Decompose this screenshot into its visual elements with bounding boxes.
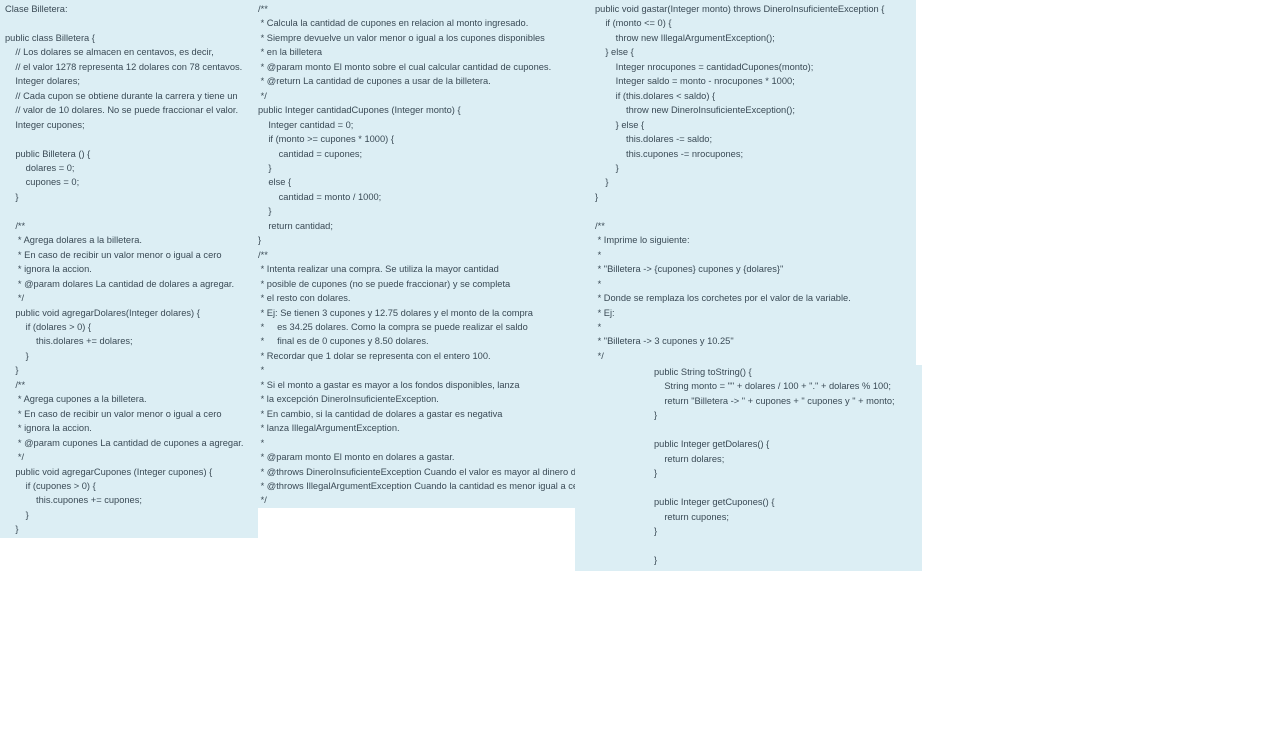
code-snippet-gastar: public void gastar(Integer monto) throws… [579,0,916,365]
code-text-billetera-class: Clase Billetera: public class Billetera … [5,4,244,535]
code-text-gastar: public void gastar(Integer monto) throws… [595,4,885,361]
code-text-tostring-getters: public String toString() { String monto … [654,367,895,565]
code-text-cantidad-cupones: /** * Calcula la cantidad de cupones en … [258,4,615,506]
code-snippet-billetera-class: Clase Billetera: public class Billetera … [0,0,258,538]
code-snippet-tostring-getters: public String toString() { String monto … [575,365,922,571]
